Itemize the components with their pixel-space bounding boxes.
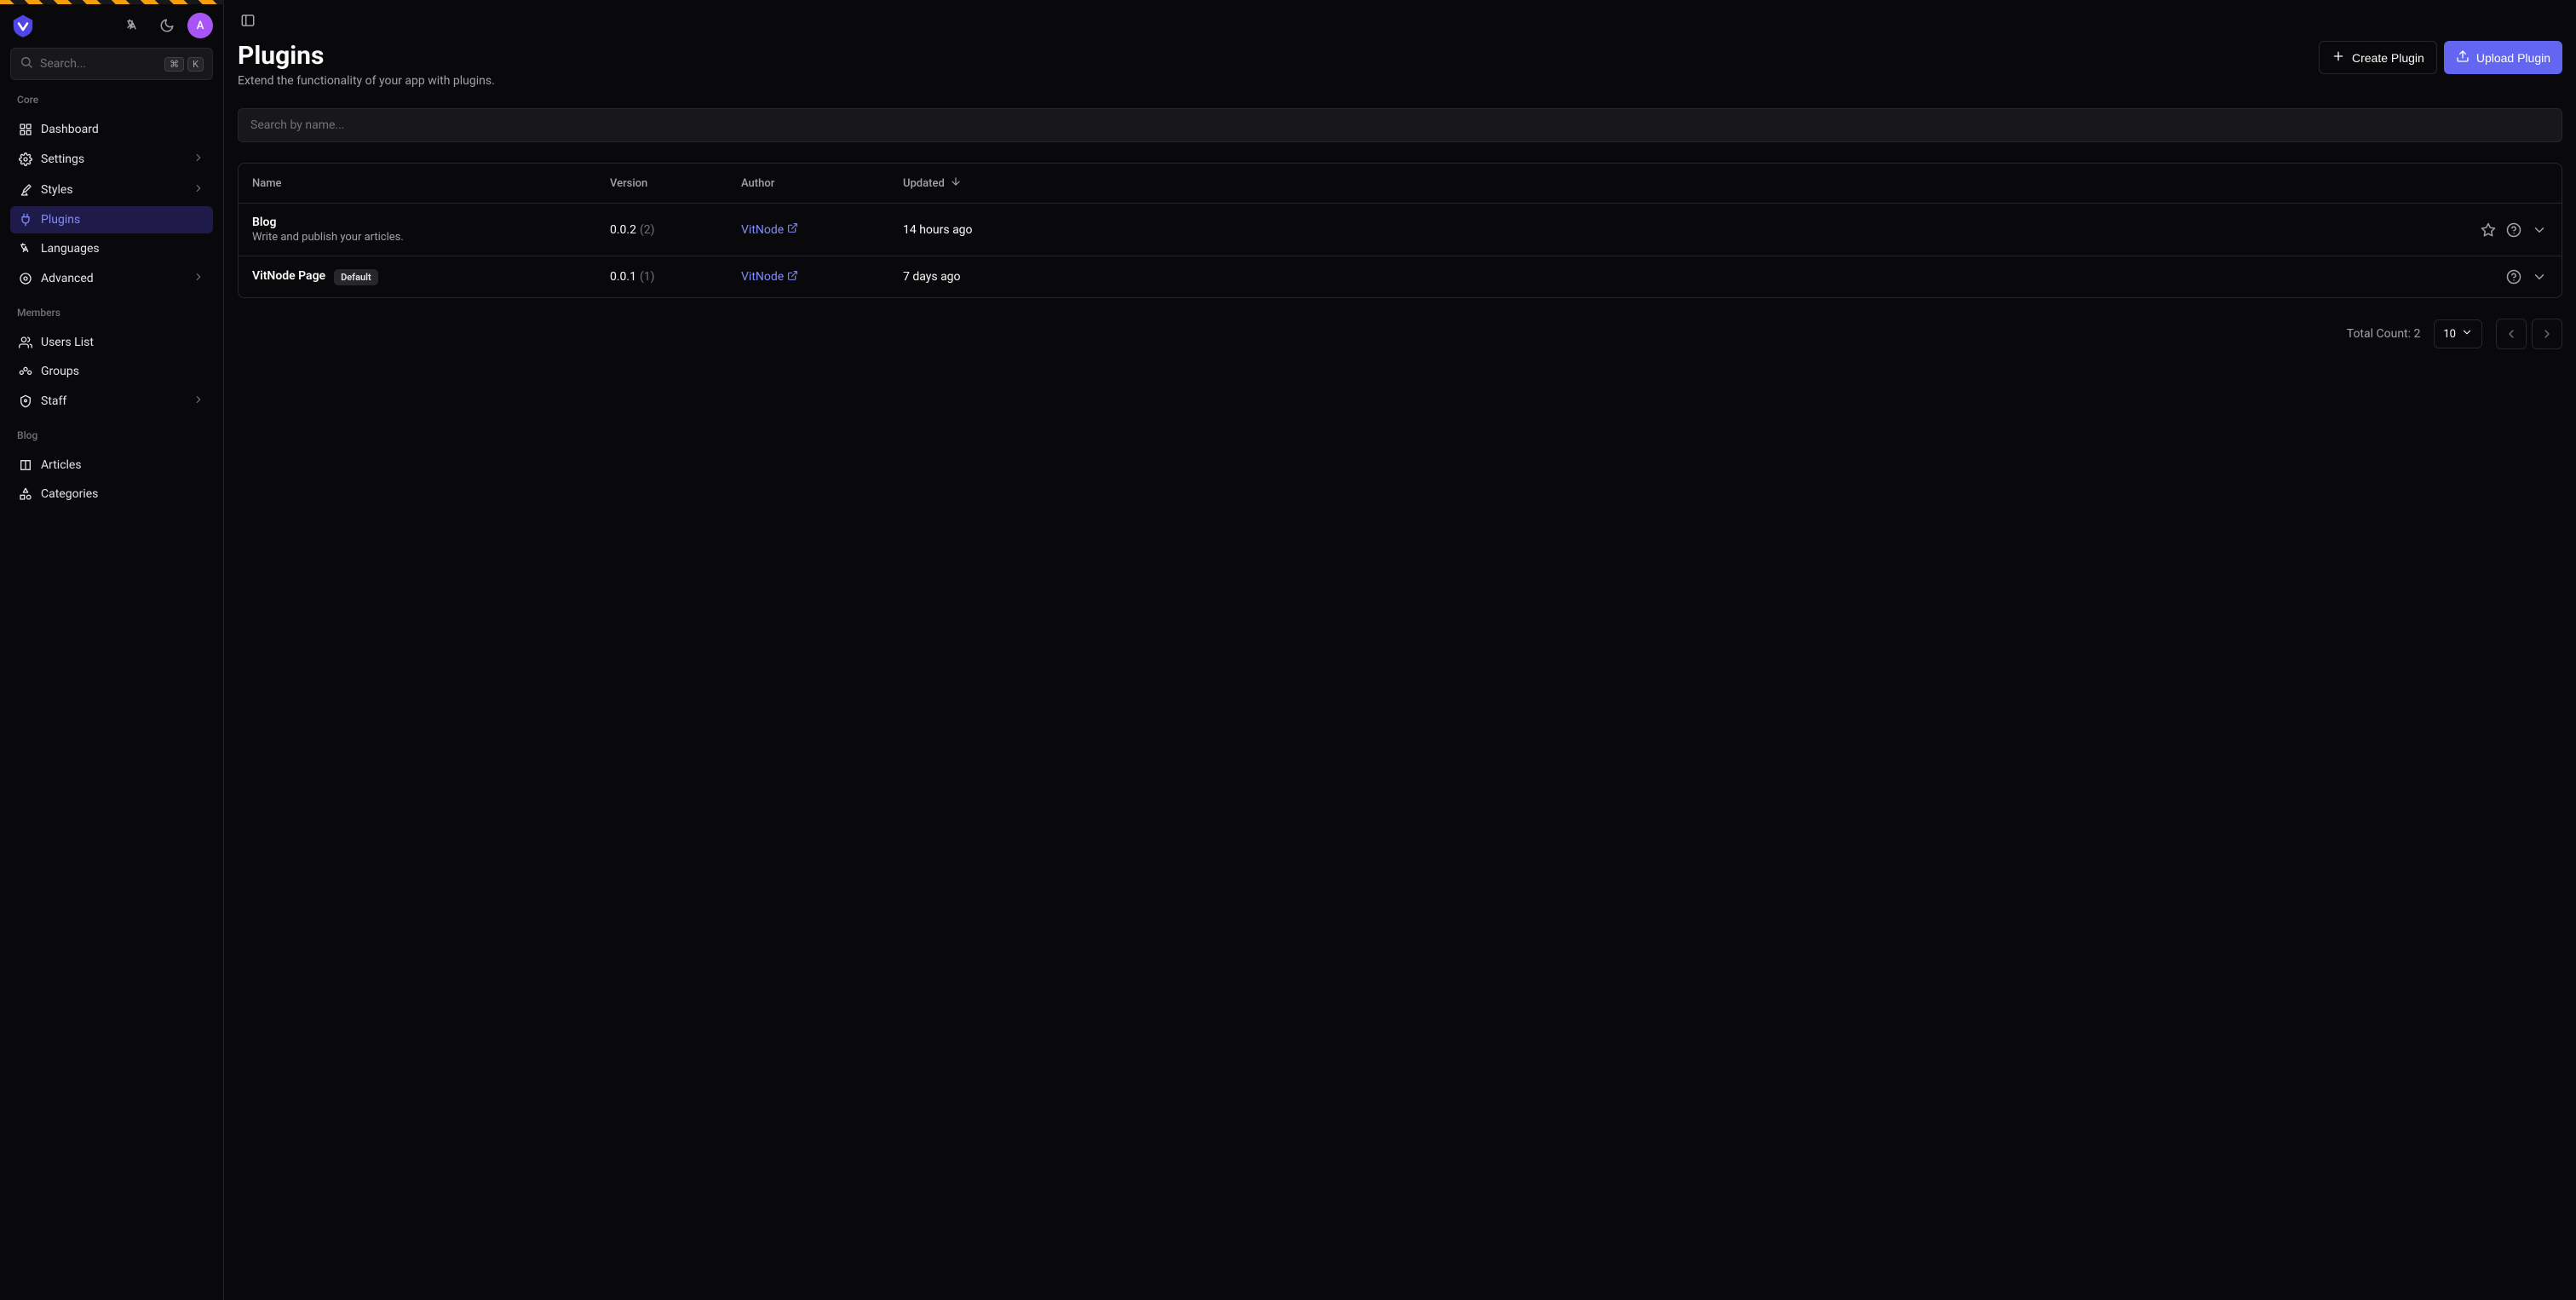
sidebar-item-languages[interactable]: Languages [10,235,213,262]
page-subtitle: Extend the functionality of your app wit… [238,74,495,88]
sidebar-item-label: Dashboard [41,123,204,136]
plugin-author-link[interactable]: VitNode [741,270,798,285]
sidebar: A Search... ⌘ K Core Dashboard Settings [0,0,224,1300]
plug-icon [19,213,32,227]
gear-icon [19,152,32,166]
section-core-label: Core [10,87,213,109]
plugin-updated: 14 hours ago [903,223,2435,237]
chevron-right-icon [193,182,204,198]
dashboard-icon [19,123,32,136]
sidebar-item-advanced[interactable]: Advanced [10,264,213,293]
sidebar-item-settings[interactable]: Settings [10,145,213,174]
sidebar-item-plugins[interactable]: Plugins [10,206,213,233]
th-version: Version [610,177,741,190]
sidebar-item-label: Languages [41,242,204,256]
external-link-icon [787,270,798,285]
user-avatar[interactable]: A [187,13,213,38]
th-updated-label: Updated [903,177,945,190]
sidebar-item-label: Styles [41,183,184,197]
theme-toggle-icon[interactable] [153,12,181,39]
total-count: Total Count: 2 [2347,327,2421,341]
sidebar-item-label: Articles [41,458,204,472]
book-icon [19,458,32,472]
plugin-version-count: (1) [640,270,655,284]
sidebar-item-groups[interactable]: Groups [10,358,213,385]
sidebar-item-label: Users List [41,336,204,349]
plugin-desc: Write and publish your articles. [252,231,610,244]
page-size-select[interactable]: 10 [2434,319,2482,348]
plugin-name: Blog [252,216,610,229]
th-updated-sort[interactable]: Updated [903,175,962,191]
language-icon[interactable] [119,12,147,39]
row-menu-button[interactable] [2531,268,2548,285]
sidebar-item-label: Advanced [41,272,184,285]
search-trigger[interactable]: Search... ⌘ K [10,48,213,80]
create-plugin-button[interactable]: Create Plugin [2319,41,2437,74]
sort-desc-icon [950,175,962,191]
sidebar-item-dashboard[interactable]: Dashboard [10,116,213,143]
upload-icon [2456,49,2470,66]
sidebar-item-articles[interactable]: Articles [10,452,213,479]
plugin-updated: 7 days ago [903,270,2435,284]
section-members-label: Members [10,300,213,322]
cog-icon [19,272,32,285]
sidebar-item-label: Settings [41,152,184,166]
plugin-author-name: VitNode [741,270,784,284]
users-icon [19,336,32,349]
th-author: Author [741,177,903,190]
plugin-search-input[interactable] [238,108,2562,142]
external-link-icon [787,222,798,237]
section-blog-label: Blog [10,423,213,445]
sidebar-item-users-list[interactable]: Users List [10,329,213,356]
sidebar-item-staff[interactable]: Staff [10,387,213,416]
plugin-version: 0.0.1 [610,270,636,284]
plugin-version-count: (2) [640,223,655,237]
create-plugin-label: Create Plugin [2352,51,2424,65]
chevron-down-icon [2461,326,2473,342]
chevron-right-icon [193,152,204,167]
table-row: Blog Write and publish your articles. 0.… [239,204,2562,256]
sidebar-item-label: Plugins [41,213,204,227]
languages-icon [19,242,32,256]
star-button[interactable] [2480,221,2497,239]
shield-user-icon [19,394,32,408]
plugin-author-link[interactable]: VitNode [741,222,798,237]
paintbrush-icon [19,183,32,197]
prev-page-button[interactable] [2496,319,2527,349]
kbd-k: K [187,57,204,72]
next-page-button[interactable] [2532,319,2562,349]
help-button[interactable] [2505,221,2522,239]
page-title: Plugins [238,41,495,71]
chevron-right-icon [193,394,204,409]
group-icon [19,365,32,378]
default-badge: Default [334,269,378,285]
plugins-table: Name Version Author Updated Blog Write [238,163,2562,298]
page-size-value: 10 [2443,328,2456,341]
kbd-cmd: ⌘ [164,57,184,72]
sidebar-item-styles[interactable]: Styles [10,175,213,204]
plugin-version: 0.0.2 [610,223,636,237]
plugin-author-name: VitNode [741,223,784,237]
app-logo[interactable] [10,13,36,38]
row-menu-button[interactable] [2531,221,2548,239]
table-row: VitNode Page Default 0.0.1 (1) VitNode 7 … [239,256,2562,297]
dev-hazard-stripe [0,0,224,4]
sidebar-item-categories[interactable]: Categories [10,480,213,508]
search-placeholder: Search... [40,57,158,71]
search-icon [20,55,33,72]
plus-icon [2332,49,2345,66]
th-name: Name [252,177,610,190]
shapes-icon [19,487,32,501]
upload-plugin-label: Upload Plugin [2476,51,2550,65]
help-button[interactable] [2505,268,2522,285]
plugin-name: VitNode Page [252,269,325,283]
upload-plugin-button[interactable]: Upload Plugin [2444,41,2562,74]
sidebar-item-label: Categories [41,487,204,501]
sidebar-item-label: Groups [41,365,204,378]
sidebar-item-label: Staff [41,394,184,408]
sidebar-toggle-button[interactable] [238,10,258,31]
chevron-right-icon [193,271,204,286]
main-content: Plugins Extend the functionality of your… [224,0,2576,1300]
